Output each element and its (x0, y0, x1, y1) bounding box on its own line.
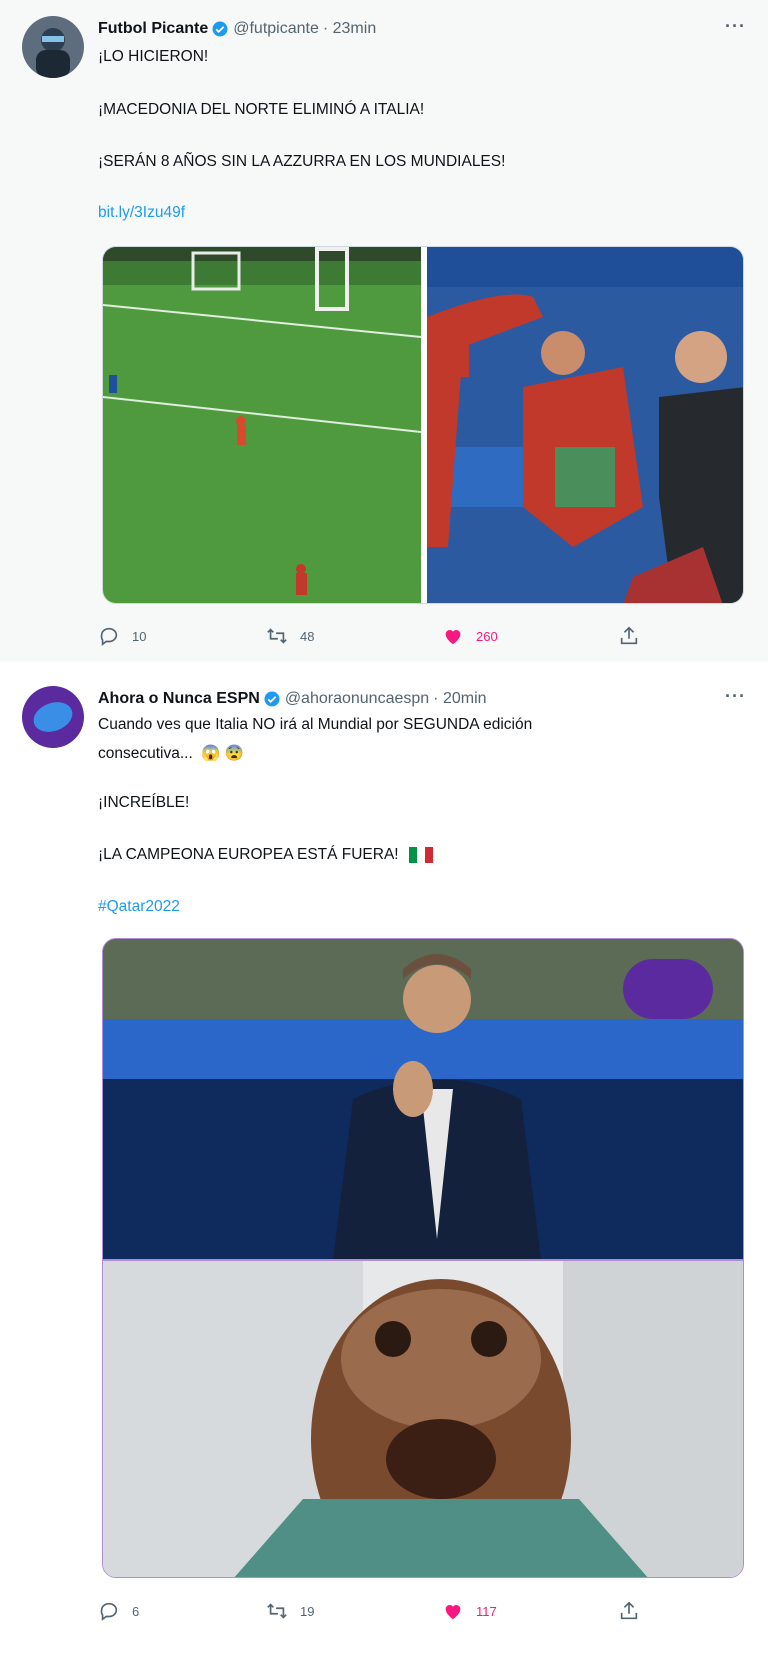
verified-badge-icon (264, 691, 280, 707)
reply-icon (100, 627, 118, 646)
hashtag-link[interactable]: #Qatar2022 (98, 898, 180, 916)
retweet-count: 19 (300, 1603, 315, 1619)
more-options-icon[interactable]: ··· (725, 686, 746, 707)
verified-badge-icon (212, 21, 228, 37)
tweet-media[interactable] (102, 246, 744, 604)
tweet-header: Futbol Picante @futpicante · 23min (98, 18, 376, 40)
avatar[interactable] (22, 686, 84, 748)
tweet-actions: 6 19 117 (98, 1600, 658, 1624)
tweet-text-line: consecutiva... 😱 😨 (98, 745, 244, 762)
reply-button[interactable]: 6 (98, 1600, 139, 1622)
heart-icon (445, 1605, 461, 1620)
like-count: 117 (476, 1603, 497, 1619)
retweet-button[interactable]: 48 (266, 625, 314, 647)
retweet-icon (267, 1603, 287, 1619)
tweet-header: Ahora o Nunca ESPN @ahoraonuncaespn · 20… (98, 688, 487, 710)
reply-count: 6 (132, 1603, 140, 1619)
tweet-time[interactable]: · 20min (433, 690, 486, 708)
share-button[interactable] (618, 625, 652, 647)
tweet-text-line: ¡MACEDONIA DEL NORTE ELIMINÓ A ITALIA! (98, 101, 425, 118)
retweet-count: 48 (300, 628, 315, 644)
tweet-actions: 10 48 260 (98, 625, 658, 649)
match-photos (103, 247, 743, 603)
tweet-time[interactable]: · 23min (323, 20, 376, 38)
author-name[interactable]: Ahora o Nunca ESPN (98, 690, 260, 708)
tweet-text-line: ¡SERÁN 8 AÑOS SIN LA AZZURRA EN LOS MUND… (98, 153, 506, 170)
share-icon (620, 626, 638, 645)
heart-icon (445, 630, 461, 645)
tweet-media[interactable] (102, 938, 744, 1578)
reply-button[interactable]: 10 (98, 625, 146, 647)
share-button[interactable] (618, 1600, 652, 1622)
italy-flag-icon (408, 846, 433, 863)
tweet-text-line: ¡INCREÍBLE! (98, 794, 190, 811)
retweet-button[interactable]: 19 (266, 1600, 314, 1622)
author-name[interactable]: Futbol Picante (98, 20, 208, 38)
tweet-link[interactable]: bit.ly/3Izu49f (98, 204, 185, 222)
tweet-text-line: Cuando ves que Italia NO irá al Mundial … (98, 716, 533, 733)
avatar[interactable] (22, 16, 84, 78)
tweet-ahora-o-nunca[interactable]: Ahora o Nunca ESPN @ahoraonuncaespn · 20… (0, 672, 768, 1656)
like-count: 260 (476, 628, 498, 644)
share-icon (620, 1601, 638, 1620)
like-button[interactable]: 260 (442, 625, 498, 647)
like-button[interactable]: 117 (442, 1600, 497, 1622)
tweet-futbol-picante[interactable]: Futbol Picante @futpicante · 23min ··· ¡… (0, 0, 768, 662)
more-options-icon[interactable]: ··· (725, 16, 746, 37)
tweet-separator (0, 662, 768, 672)
retweet-icon (267, 628, 287, 644)
meme-image (103, 939, 743, 1577)
emoji: 😱 😨 (201, 745, 244, 762)
tweet-text-line: ¡LO HICIERON! (98, 48, 209, 65)
tweet-text-line: ¡LA CAMPEONA EUROPEA ESTÁ FUERA! (98, 846, 433, 864)
author-handle[interactable]: @ahoraonuncaespn (285, 690, 429, 708)
reply-count: 10 (132, 628, 147, 644)
author-handle[interactable]: @futpicante (233, 20, 319, 38)
reply-icon (100, 1602, 118, 1621)
